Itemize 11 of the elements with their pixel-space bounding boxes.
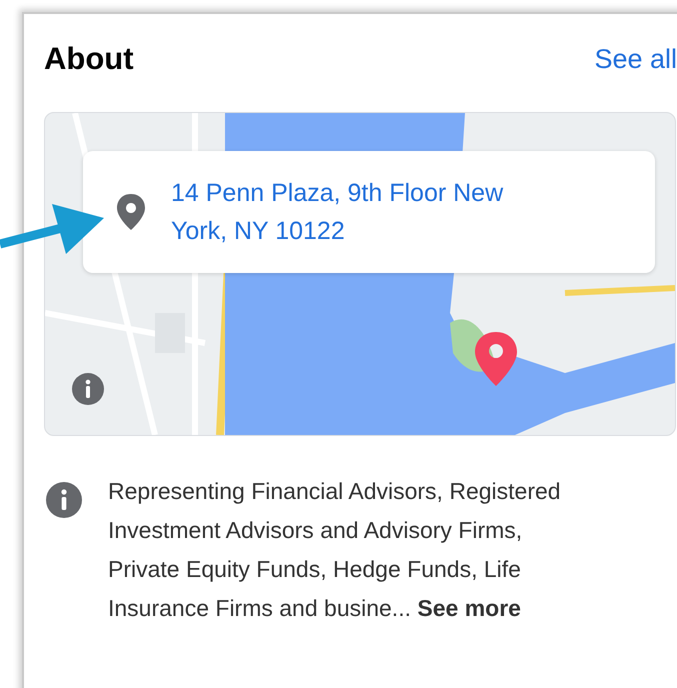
location-pin-icon (115, 193, 147, 231)
see-more-link[interactable]: See more (417, 595, 521, 621)
info-icon[interactable] (72, 373, 104, 405)
address-link[interactable]: 14 Penn Plaza, 9th Floor New York, NY 10122 (171, 174, 551, 250)
building-block (155, 313, 185, 353)
description-text: Representing Financial Advisors, Registered Investment Advisors and Advisory Firms, Private Equity Funds, Hedge Funds, Life Insurance Firms and busine... See more (108, 477, 562, 623)
see-all-link[interactable]: See all (594, 44, 677, 74)
map-pin-icon (473, 331, 519, 387)
info-icon (46, 482, 82, 518)
section-title: About (44, 41, 134, 77)
map[interactable]: 14 Penn Plaza, 9th Floor New York, NY 10122 (44, 112, 676, 436)
